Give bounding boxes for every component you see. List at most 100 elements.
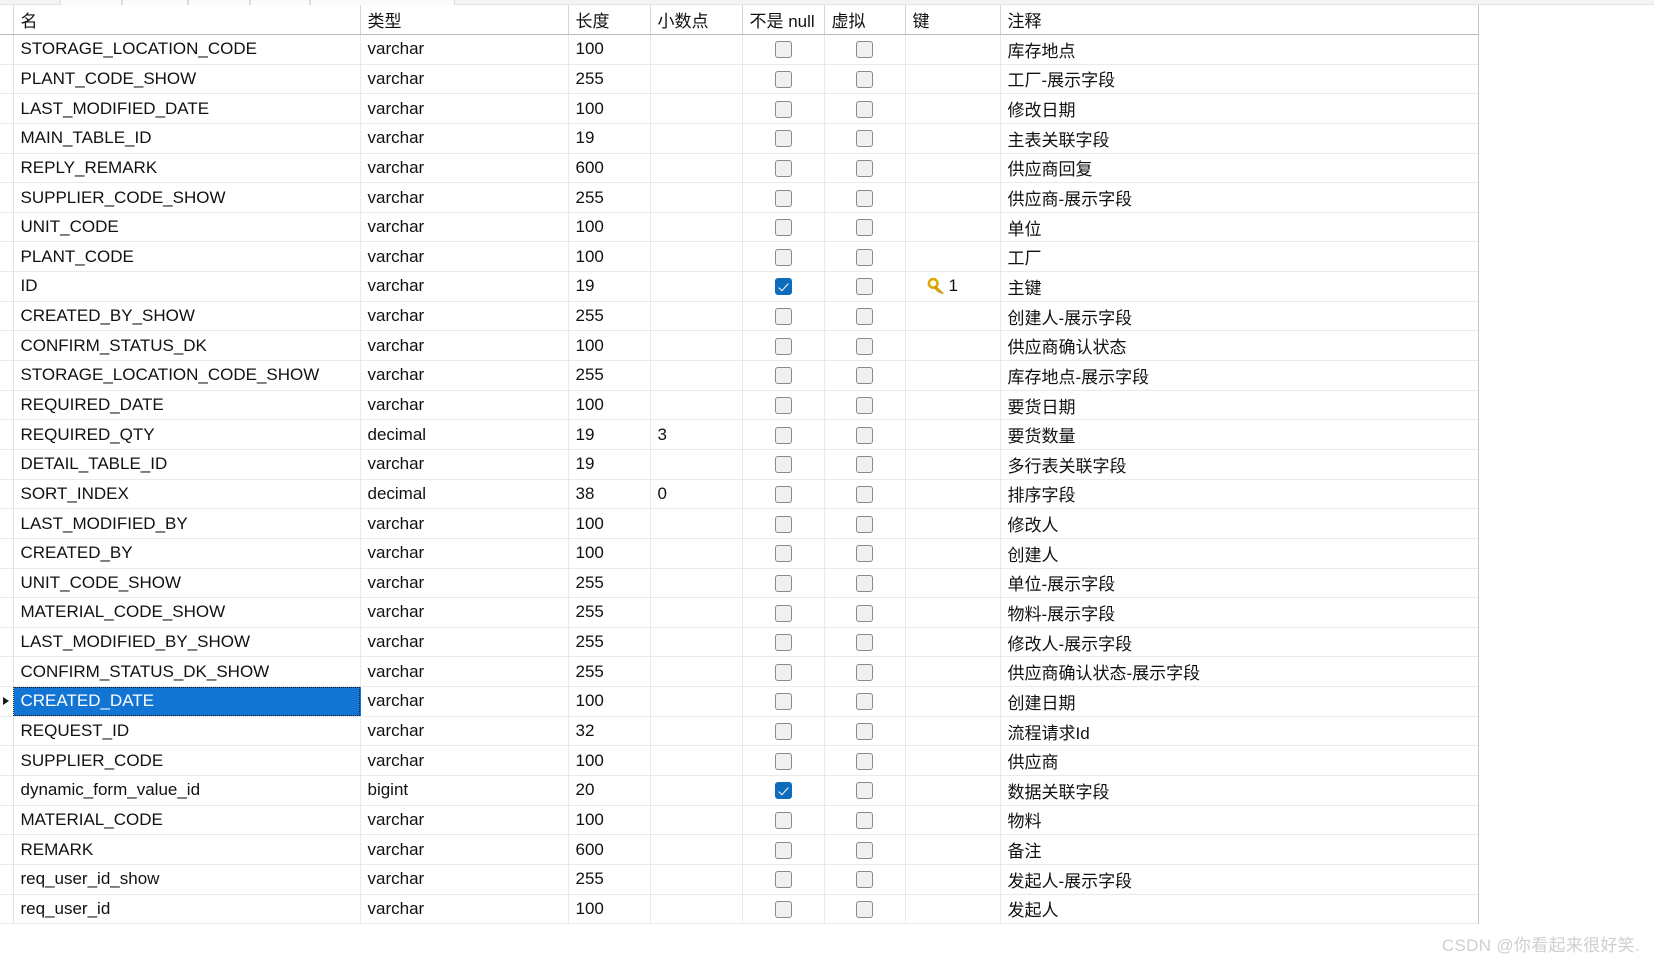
cell-column-key[interactable] bbox=[905, 241, 1001, 273]
cell-column-virtual[interactable] bbox=[824, 123, 906, 154]
cell-column-name[interactable]: MATERIAL_CODE bbox=[13, 805, 361, 836]
cell-column-decimal[interactable] bbox=[650, 360, 743, 391]
cell-column-decimal[interactable] bbox=[650, 34, 743, 65]
cell-column-type[interactable]: varchar bbox=[360, 686, 569, 717]
cell-column-comment[interactable]: 供应商 bbox=[1000, 745, 1478, 777]
checkbox-checked[interactable] bbox=[774, 782, 792, 800]
checkbox-unchecked[interactable] bbox=[774, 70, 792, 88]
cell-column-key[interactable] bbox=[905, 775, 1001, 806]
cell-column-notnull[interactable] bbox=[742, 301, 825, 332]
cell-column-name[interactable]: CREATED_DATE bbox=[13, 686, 361, 717]
cell-column-virtual[interactable] bbox=[824, 894, 906, 925]
row-selector-cell[interactable] bbox=[0, 212, 14, 243]
table-row[interactable]: MATERIAL_CODE_SHOW varchar 255 物料-展示字段 bbox=[0, 597, 1478, 628]
cell-column-comment[interactable]: 物料-展示字段 bbox=[1000, 597, 1478, 628]
cell-column-key[interactable] bbox=[905, 449, 1001, 480]
cell-column-type[interactable]: varchar bbox=[360, 271, 569, 302]
cell-column-comment[interactable]: 修改人-展示字段 bbox=[1000, 627, 1478, 658]
cell-column-notnull[interactable] bbox=[742, 597, 825, 628]
cell-column-key[interactable] bbox=[905, 93, 1001, 124]
checkbox-checked[interactable] bbox=[774, 278, 792, 296]
cell-column-decimal[interactable] bbox=[650, 182, 743, 213]
checkbox-unchecked[interactable] bbox=[774, 367, 792, 385]
checkbox-unchecked[interactable] bbox=[856, 723, 873, 741]
row-selector-cell[interactable] bbox=[0, 241, 14, 273]
cell-column-comment[interactable]: 数据关联字段 bbox=[1000, 775, 1478, 806]
checkbox-unchecked[interactable] bbox=[856, 70, 873, 88]
cell-column-name[interactable]: LAST_MODIFIED_BY_SHOW bbox=[13, 627, 361, 658]
cell-column-name[interactable]: UNIT_CODE_SHOW bbox=[13, 568, 361, 599]
cell-column-notnull[interactable] bbox=[742, 212, 825, 243]
cell-column-type[interactable]: varchar bbox=[360, 864, 569, 895]
cell-column-notnull[interactable] bbox=[742, 449, 825, 480]
table-row[interactable]: CREATED_BY_SHOW varchar 255 创建人-展示字段 bbox=[0, 301, 1478, 332]
cell-column-comment[interactable]: 流程请求Id bbox=[1000, 716, 1478, 747]
cell-column-decimal[interactable] bbox=[650, 686, 743, 717]
cell-column-virtual[interactable] bbox=[824, 568, 906, 599]
cell-column-length[interactable]: 100 bbox=[568, 390, 651, 421]
cell-column-comment[interactable]: 创建人-展示字段 bbox=[1000, 301, 1478, 332]
cell-column-name[interactable]: REMARK bbox=[13, 834, 361, 865]
cell-column-type[interactable]: varchar bbox=[360, 153, 569, 184]
cell-column-comment[interactable]: 修改人 bbox=[1000, 508, 1478, 539]
row-selector-cell[interactable] bbox=[0, 301, 14, 332]
cell-column-comment[interactable]: 库存地点-展示字段 bbox=[1000, 360, 1478, 391]
checkbox-unchecked[interactable] bbox=[774, 41, 792, 59]
checkbox-unchecked[interactable] bbox=[856, 248, 873, 266]
checkbox-unchecked[interactable] bbox=[774, 841, 792, 859]
cell-column-comment[interactable]: 单位-展示字段 bbox=[1000, 568, 1478, 599]
cell-column-decimal[interactable] bbox=[650, 330, 743, 362]
cell-column-key[interactable] bbox=[905, 212, 1001, 243]
checkbox-unchecked[interactable] bbox=[856, 397, 873, 415]
cell-column-name[interactable]: dynamic_form_value_id bbox=[13, 775, 361, 806]
cell-column-type[interactable]: varchar bbox=[360, 123, 569, 154]
cell-column-type[interactable]: varchar bbox=[360, 597, 569, 628]
cell-column-name[interactable]: REQUIRED_QTY bbox=[13, 419, 361, 450]
cell-column-virtual[interactable] bbox=[824, 864, 906, 895]
cell-column-length[interactable]: 255 bbox=[568, 656, 651, 688]
cell-column-key[interactable] bbox=[905, 182, 1001, 213]
cell-column-decimal[interactable] bbox=[650, 834, 743, 865]
cell-column-key[interactable] bbox=[905, 330, 1001, 362]
cell-column-comment[interactable]: 供应商确认状态 bbox=[1000, 330, 1478, 362]
checkbox-unchecked[interactable] bbox=[856, 841, 873, 859]
cell-column-key[interactable] bbox=[905, 419, 1001, 450]
cell-column-notnull[interactable] bbox=[742, 479, 825, 510]
cell-column-length[interactable]: 100 bbox=[568, 241, 651, 273]
cell-column-virtual[interactable] bbox=[824, 775, 906, 806]
row-selector-cell[interactable] bbox=[0, 568, 14, 599]
cell-column-notnull[interactable] bbox=[742, 123, 825, 154]
checkbox-unchecked[interactable] bbox=[856, 634, 873, 652]
cell-column-key[interactable] bbox=[905, 64, 1001, 95]
cell-column-virtual[interactable] bbox=[824, 834, 906, 865]
table-row[interactable]: STORAGE_LOCATION_CODE varchar 100 库存地点 bbox=[0, 34, 1478, 65]
cell-column-type[interactable]: decimal bbox=[360, 419, 569, 450]
cell-column-key[interactable] bbox=[905, 123, 1001, 154]
cell-column-key[interactable] bbox=[905, 390, 1001, 421]
checkbox-unchecked[interactable] bbox=[856, 41, 873, 59]
row-selector-cell[interactable] bbox=[0, 834, 14, 865]
cell-column-name[interactable]: REPLY_REMARK bbox=[13, 153, 361, 184]
cell-column-length[interactable]: 100 bbox=[568, 805, 651, 836]
row-selector-cell[interactable] bbox=[0, 686, 14, 717]
checkbox-unchecked[interactable] bbox=[856, 426, 873, 444]
checkbox-unchecked[interactable] bbox=[774, 634, 792, 652]
cell-column-key[interactable] bbox=[905, 745, 1001, 777]
cell-column-length[interactable]: 32 bbox=[568, 716, 651, 747]
cell-column-length[interactable]: 600 bbox=[568, 834, 651, 865]
table-row[interactable]: MATERIAL_CODE varchar 100 物料 bbox=[0, 805, 1478, 836]
cell-column-length[interactable]: 255 bbox=[568, 182, 651, 213]
column-header-key[interactable]: 键 bbox=[905, 5, 1001, 35]
cell-column-virtual[interactable] bbox=[824, 656, 906, 688]
checkbox-unchecked[interactable] bbox=[856, 515, 873, 533]
cell-column-notnull[interactable] bbox=[742, 360, 825, 391]
cell-column-type[interactable]: varchar bbox=[360, 212, 569, 243]
cell-column-type[interactable]: varchar bbox=[360, 182, 569, 213]
cell-column-type[interactable]: varchar bbox=[360, 241, 569, 273]
cell-column-key[interactable] bbox=[905, 301, 1001, 332]
column-header-name[interactable]: 名 bbox=[13, 5, 361, 35]
cell-column-type[interactable]: varchar bbox=[360, 64, 569, 95]
row-selector-cell[interactable] bbox=[0, 93, 14, 124]
checkbox-unchecked[interactable] bbox=[774, 159, 792, 177]
cell-column-decimal[interactable] bbox=[650, 390, 743, 421]
